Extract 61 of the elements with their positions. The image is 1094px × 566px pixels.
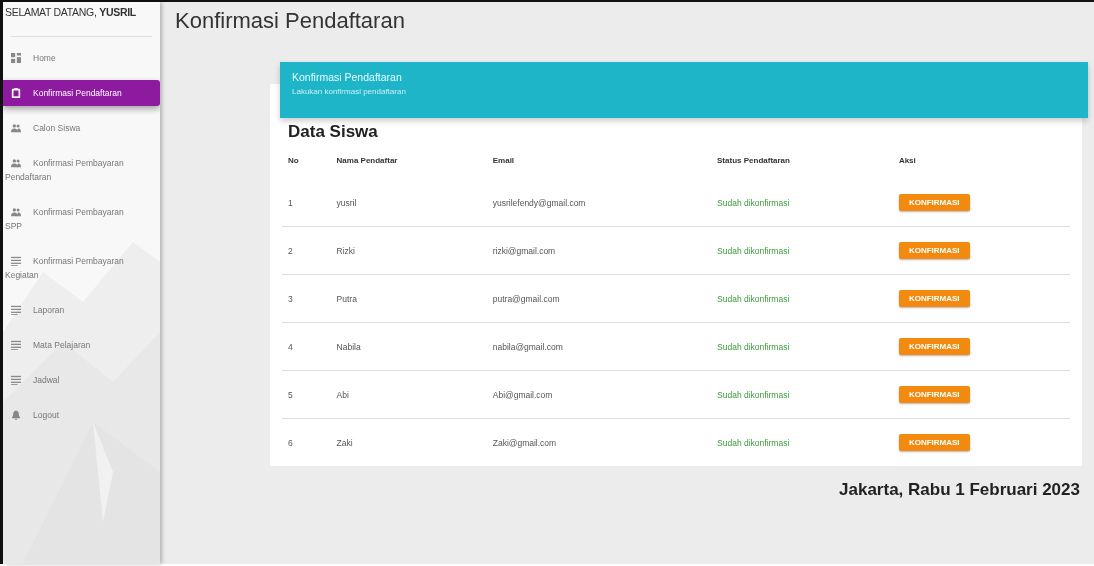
list-icon <box>11 375 21 385</box>
table-cell: Putra <box>330 274 487 323</box>
list-icon <box>11 305 21 315</box>
table-cell: 2 <box>282 226 331 275</box>
status-text: Sudah dikonfirmasi <box>711 322 893 371</box>
table-cell: rizki@gmail.com <box>486 226 712 275</box>
people-icon <box>11 123 21 133</box>
table-cell: yusrilefendy@gmail.com <box>486 179 712 227</box>
table-cell: putra@gmail.com <box>486 274 712 323</box>
table-cell: 4 <box>282 322 331 371</box>
table-cell: Zaki <box>330 418 487 466</box>
confirm-button[interactable]: KONFIRMASI <box>898 434 970 451</box>
list-icon <box>11 340 21 350</box>
table-cell: 6 <box>282 418 331 466</box>
table-cell: Nabila <box>330 322 487 371</box>
column-header: Aksi <box>897 155 917 167</box>
column-header: Email <box>491 155 516 167</box>
status-text: Sudah dikonfirmasi <box>711 418 893 466</box>
sidebar-item[interactable]: Laporan <box>3 303 160 317</box>
card-title: Konfirmasi Pendaftaran <box>292 71 403 83</box>
clipboard-icon <box>11 88 21 98</box>
table-cell: Rizki <box>330 226 487 275</box>
sidebar-item[interactable]: Konfirmasi Pendaftaran <box>3 80 160 106</box>
sidebar-item[interactable]: Konfirmasi Pembayaran Pendaftaran <box>3 156 160 184</box>
status-text: Sudah dikonfirmasi <box>711 274 893 323</box>
table-cell: Zaki@gmail.com <box>486 418 712 466</box>
table-cell: 1 <box>282 179 331 227</box>
confirm-button[interactable]: KONFIRMASI <box>898 338 970 355</box>
confirm-button[interactable]: KONFIRMASI <box>898 194 970 211</box>
table-title: Data Siswa <box>288 122 379 142</box>
table-cell: 3 <box>282 274 331 323</box>
card-subtitle: Lakukan konfirmasi pendaftaran <box>292 87 407 96</box>
date-text: Jakarta, Rabu 1 Februari 2023 <box>839 480 1080 500</box>
confirm-button[interactable]: KONFIRMASI <box>898 242 970 259</box>
confirm-button[interactable]: KONFIRMASI <box>898 290 970 307</box>
table-cell: Abi <box>330 370 487 419</box>
table-cell: yusril <box>330 179 487 227</box>
table-cell: Abi@gmail.com <box>486 370 712 419</box>
table-cell: 5 <box>282 370 331 419</box>
page-title: Konfirmasi Pendaftaran <box>175 8 406 34</box>
column-header: Status Pendaftaran <box>716 155 791 167</box>
status-text: Sudah dikonfirmasi <box>711 179 893 227</box>
sidebar-item[interactable]: Mata Pelajaran <box>3 338 160 352</box>
table-cell: nabila@gmail.com <box>486 322 712 371</box>
status-text: Sudah dikonfirmasi <box>711 226 893 275</box>
sidebar-item[interactable]: Home <box>3 51 160 65</box>
sidebar-item[interactable]: Calon Siswa <box>3 121 160 135</box>
confirm-button[interactable]: KONFIRMASI <box>898 386 970 403</box>
grid-icon <box>11 53 21 63</box>
list-icon <box>11 256 21 266</box>
bell-icon <box>11 410 21 420</box>
sidebar-item[interactable]: Jadwal <box>3 373 160 387</box>
sidebar-item[interactable]: Logout <box>3 408 160 422</box>
column-header: Nama Pendaftar <box>335 155 399 167</box>
people-icon <box>11 207 21 217</box>
people-icon <box>11 158 21 168</box>
status-text: Sudah dikonfirmasi <box>711 370 893 419</box>
sidebar-item[interactable]: Konfirmasi Pembayaran Kegiatan <box>3 254 160 282</box>
sidebar-item[interactable]: Konfirmasi Pembayaran SPP <box>3 205 160 233</box>
welcome-text: SELAMAT DATANG, YUSRIL <box>4 5 137 18</box>
column-header: No <box>287 155 300 167</box>
